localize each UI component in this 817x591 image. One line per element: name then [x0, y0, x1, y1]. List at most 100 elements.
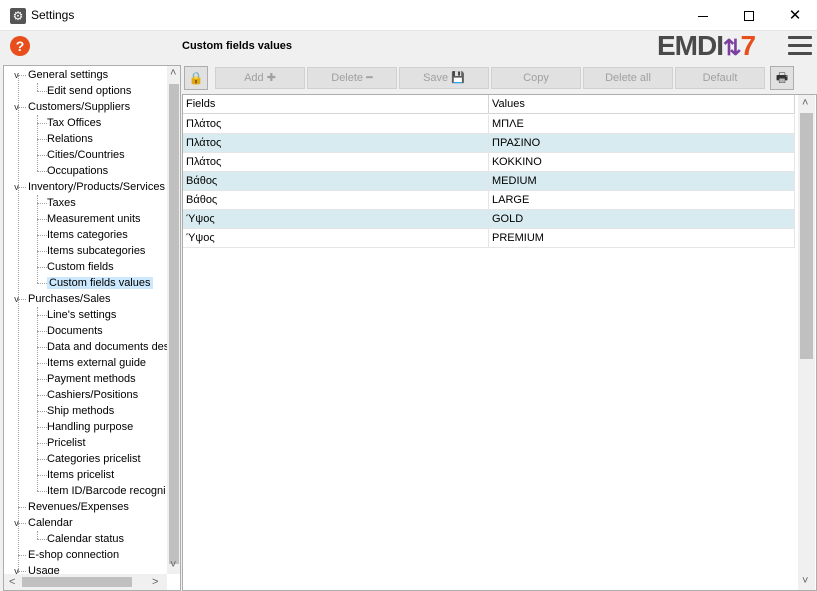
tree-category[interactable]: Customers/Suppliers [28, 99, 130, 115]
lock-button[interactable]: 🔒 [184, 66, 208, 90]
tree-expander-icon[interactable]: v [12, 291, 21, 307]
default-button[interactable]: Default [675, 67, 765, 89]
tree-vertical-scrollbar[interactable]: ˄ ˅ [167, 66, 180, 574]
tree-item[interactable]: Categories pricelist [47, 451, 141, 467]
tree-hscroll-thumb[interactable] [22, 577, 132, 587]
tree-scroll-left-icon[interactable]: < [9, 575, 15, 589]
tree-item[interactable]: Occupations [47, 163, 108, 179]
tree-scroll-up-icon[interactable]: ˄ [170, 66, 176, 80]
column-header-fields[interactable]: Fields [183, 95, 489, 114]
save-button[interactable]: Save 💾 [399, 67, 489, 89]
tree-item[interactable]: Line's settings [47, 307, 116, 323]
maximize-button[interactable] [726, 0, 772, 31]
tree-item[interactable]: Items pricelist [47, 467, 114, 483]
cell-field[interactable]: Βάθος [183, 191, 489, 210]
tree-node-label: Customers/Suppliers [28, 101, 131, 113]
tree-item[interactable]: Payment methods [47, 371, 136, 387]
tree-item[interactable]: Pricelist [47, 435, 86, 451]
cell-field[interactable]: Ύψος [183, 229, 489, 248]
hamburger-menu-icon[interactable] [788, 36, 812, 56]
tree-expander-icon[interactable]: v [12, 99, 21, 115]
column-header-values[interactable]: Values [489, 95, 795, 114]
cell-value[interactable]: ΠΡΑΣΙΝΟ [489, 134, 795, 153]
tree-scroll-down-icon[interactable]: ˅ [170, 558, 176, 572]
grid-scroll-up-icon[interactable]: ˄ [802, 96, 808, 110]
help-icon[interactable]: ? [10, 36, 30, 56]
tree-expander-icon[interactable]: v [12, 67, 21, 83]
tree-item[interactable]: Documents [47, 323, 103, 339]
table-row[interactable]: Πλάτος ΚΟΚΚΙΝΟ [183, 153, 795, 172]
tree-item[interactable]: Item ID/Barcode recogni [47, 483, 166, 499]
tree-item[interactable]: Taxes [47, 195, 76, 211]
cell-field[interactable]: Ύψος [183, 210, 489, 229]
table-row[interactable]: Ύψος PREMIUM [183, 229, 795, 248]
tree-category[interactable]: E-shop connection [28, 547, 119, 563]
tree-vscroll-thumb[interactable] [169, 84, 179, 564]
grid-scroll-down-icon[interactable]: ˅ [802, 574, 808, 588]
tree-node-label: Documents [47, 325, 103, 337]
grid-vscroll-thumb[interactable] [800, 113, 813, 359]
tree-item[interactable]: Ship methods [47, 403, 114, 419]
tree-category[interactable]: General settings [28, 67, 108, 83]
tree-node-label: E-shop connection [28, 549, 120, 561]
cell-value[interactable]: PREMIUM [489, 229, 795, 248]
tree-item[interactable]: Tax Offices [47, 115, 101, 131]
table-row[interactable]: Βάθος LARGE [183, 191, 795, 210]
tree-item[interactable]: Edit send options [47, 83, 131, 99]
tree-scroll-right-icon[interactable]: > [152, 575, 158, 589]
print-button[interactable]: 🖶 [770, 66, 794, 90]
tree-item[interactable]: Custom fields [47, 259, 114, 275]
tree-item[interactable]: Items subcategories [47, 243, 145, 259]
tree-category[interactable]: Purchases/Sales [28, 291, 111, 307]
cell-value[interactable]: MEDIUM [489, 172, 795, 191]
delete-all-button[interactable]: Delete all [583, 67, 673, 89]
table-row[interactable]: Ύψος GOLD [183, 210, 795, 229]
cell-field[interactable]: Πλάτος [183, 115, 489, 134]
tree-node-label: Items pricelist [47, 469, 115, 481]
tree-item[interactable]: Cashiers/Positions [47, 387, 138, 403]
tree-item[interactable]: Custom fields values [47, 275, 153, 291]
tree-connector [37, 307, 38, 491]
copy-button[interactable]: Copy [491, 67, 581, 89]
tree-expander-icon[interactable]: v [12, 515, 21, 531]
tree-item[interactable]: Measurement units [47, 211, 141, 227]
cell-field[interactable]: Βάθος [183, 172, 489, 191]
cell-value[interactable]: ΜΠΛΕ [489, 115, 795, 134]
close-button[interactable]: ✕ [772, 0, 817, 31]
tree-node-label: Items subcategories [47, 245, 146, 257]
tree-item[interactable]: Relations [47, 131, 93, 147]
tree-category[interactable]: Calendar [28, 515, 73, 531]
tree-item[interactable]: Items categories [47, 227, 128, 243]
tree-item[interactable]: Handling purpose [47, 419, 133, 435]
tree-expander-icon[interactable]: v [12, 563, 21, 574]
grid-vertical-scrollbar[interactable]: ˄ ˅ [798, 95, 815, 590]
tree-item[interactable]: Data and documents des [47, 339, 168, 355]
minimize-button[interactable] [680, 0, 726, 31]
cell-value[interactable]: ΚΟΚΚΙΝΟ [489, 153, 795, 172]
cell-value[interactable]: GOLD [489, 210, 795, 229]
tree-connector [18, 75, 19, 574]
delete-button[interactable]: Delete ━ [307, 67, 397, 89]
cell-value[interactable]: LARGE [489, 191, 795, 210]
add-button[interactable]: Add ✚ [215, 67, 305, 89]
cell-field[interactable]: Πλάτος [183, 134, 489, 153]
cell-field[interactable]: Πλάτος [183, 153, 489, 172]
tree-item[interactable]: Calendar status [47, 531, 124, 547]
tree-category[interactable]: Usage [28, 563, 60, 574]
table-row[interactable]: Βάθος MEDIUM [183, 172, 795, 191]
tree-item[interactable]: Cities/Countries [47, 147, 125, 163]
tree-node-label: Tax Offices [47, 117, 102, 129]
table-row[interactable]: Πλάτος ΠΡΑΣΙΝΟ [183, 134, 795, 153]
table-row[interactable]: Πλάτος ΜΠΛΕ [183, 115, 795, 134]
tree-connector [37, 531, 38, 539]
tree-node-label: Inventory/Products/Services [28, 181, 165, 193]
tree-category[interactable]: Revenues/Expenses [28, 499, 129, 515]
tree-expander-icon[interactable]: v [12, 179, 21, 195]
tree-connector [37, 123, 47, 124]
tree-horizontal-scrollbar[interactable]: < > [4, 574, 167, 590]
tree-connector [37, 155, 47, 156]
tree-category[interactable]: Inventory/Products/Services [28, 179, 165, 195]
tree-connector [37, 539, 47, 540]
settings-tree: v General settings Edit send options v Custo… [3, 65, 181, 591]
tree-item[interactable]: Items external guide [47, 355, 146, 371]
